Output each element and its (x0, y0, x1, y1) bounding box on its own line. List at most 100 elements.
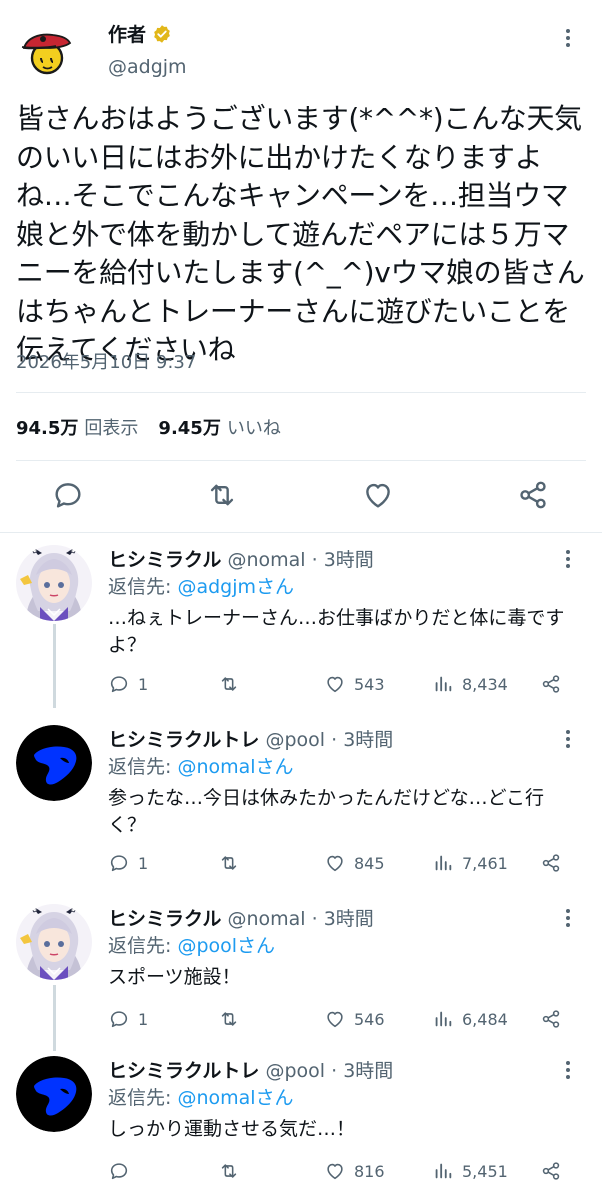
reply-author-handle[interactable]: @pool (265, 1060, 325, 1082)
reply-to-link[interactable]: @nomalさん (177, 756, 293, 778)
like-count: 845 (354, 853, 385, 873)
more-dots-icon[interactable] (556, 906, 580, 930)
share-button[interactable] (540, 1160, 562, 1182)
avatar[interactable] (16, 725, 92, 801)
reply-button[interactable]: 1 (108, 673, 148, 695)
reply-to-label: 返信先: (108, 756, 178, 778)
reply-author-handle[interactable]: @nomal (227, 549, 305, 571)
views-bar-icon (432, 1008, 454, 1030)
reply-count: 1 (138, 674, 149, 694)
more-dots-icon[interactable] (556, 1058, 580, 1082)
author-name-text: 作者 (108, 24, 147, 46)
reply-to-label: 返信先: (108, 1087, 178, 1109)
reply-bubble-icon (108, 852, 130, 874)
like-button[interactable]: 816 (324, 1160, 385, 1182)
like-count: 543 (354, 674, 385, 694)
retweet-icon (218, 852, 240, 874)
reply-action-bar: 816 5,451 (108, 1160, 578, 1186)
retweet-button[interactable] (218, 852, 240, 874)
reply-to-link[interactable]: @adgjmさん (177, 576, 294, 598)
author-name[interactable]: 作者 (108, 20, 172, 47)
like-button[interactable]: 543 (324, 673, 385, 695)
reply-tweet[interactable]: ヒシミラクルトレ @pool · 3時間 返信先: @nomalさん 参ったな…… (0, 725, 602, 890)
reply-button[interactable]: 1 (108, 1008, 148, 1030)
divider (0, 532, 602, 533)
reply-text: スポーツ施設！ (108, 966, 241, 988)
reply-bubble-icon (108, 673, 130, 695)
reply-tweet[interactable]: ヒシミラクル @nomal · 3時間 返信先: @adgjmさん …ねぇトレー… (0, 545, 602, 710)
heart-icon[interactable] (361, 478, 395, 512)
reply-to-link[interactable]: @poolさん (177, 935, 275, 957)
views-button[interactable]: 8,434 (432, 673, 508, 695)
share-button[interactable] (540, 852, 562, 874)
avatar[interactable] (16, 1056, 92, 1132)
reply-tweet[interactable]: ヒシミラクル @nomal · 3時間 返信先: @poolさん スポーツ施設！… (0, 904, 602, 1044)
views-bar-icon (432, 1160, 454, 1182)
divider (16, 392, 586, 393)
tweet-text: 皆さんおはようございます(*^^*)こんな天気のいい日にはお外に出かけたくなりま… (16, 102, 585, 366)
more-dots-icon[interactable] (556, 547, 580, 571)
tweet-stats: 94.5万 回表示 9.45万 いいね (16, 414, 295, 440)
more-dots-icon[interactable] (556, 727, 580, 751)
like-button[interactable]: 546 (324, 1008, 385, 1030)
reply-time: · 3時間 (311, 908, 374, 930)
avatar[interactable] (16, 904, 92, 980)
reply-author-name[interactable]: ヒシミラクルトレ (108, 1060, 259, 1082)
reply-button[interactable] (108, 1160, 138, 1182)
like-count: 546 (354, 1009, 385, 1029)
reply-text: しっかり運動させる気だ…！ (108, 1118, 356, 1140)
avatar[interactable] (16, 545, 92, 621)
main-tweet: 作者 @adgjm 皆さんおはようございます(*^^*)こんな天気のいい日にはお… (0, 0, 602, 530)
likes-count[interactable]: 9.45万 (158, 414, 220, 440)
reply-to-link[interactable]: @nomalさん (177, 1087, 293, 1109)
reply-author-name[interactable]: ヒシミラクルトレ (108, 729, 259, 751)
share-button[interactable] (540, 673, 562, 695)
likes-label[interactable]: いいね (227, 414, 281, 440)
reply-bubble-icon (108, 1008, 130, 1030)
retweet-button[interactable] (218, 1160, 240, 1182)
verified-badge-icon (154, 24, 170, 43)
views-bar-icon (432, 852, 454, 874)
views-button[interactable]: 7,461 (432, 852, 508, 874)
reply-author-name[interactable]: ヒシミラクル (108, 908, 221, 930)
main-action-bar (0, 478, 602, 518)
share-button[interactable] (540, 1008, 562, 1030)
reply-bubble-icon (108, 1160, 130, 1182)
views-button[interactable]: 6,484 (432, 1008, 508, 1030)
author-avatar[interactable] (16, 18, 78, 80)
reply-to-label: 返信先: (108, 576, 178, 598)
reply-time: · 3時間 (331, 1060, 394, 1082)
heart-icon (324, 673, 346, 695)
reply-author-name[interactable]: ヒシミラクル (108, 549, 221, 571)
view-count: 5,451 (462, 1161, 508, 1181)
share-icon (540, 1160, 562, 1182)
reply-action-bar: 1 546 6,484 (108, 1008, 578, 1034)
heart-icon (324, 1008, 346, 1030)
retweet-icon (218, 673, 240, 695)
view-count: 6,484 (462, 1009, 508, 1029)
reply-bubble-icon[interactable] (51, 478, 85, 512)
heart-icon (324, 1160, 346, 1182)
share-icon[interactable] (516, 478, 550, 512)
divider (16, 460, 586, 461)
reply-button[interactable]: 1 (108, 852, 148, 874)
like-count: 816 (354, 1161, 385, 1181)
views-bar-icon (432, 673, 454, 695)
retweet-icon (218, 1008, 240, 1030)
more-dots-icon[interactable] (556, 26, 580, 50)
reply-time: · 3時間 (311, 549, 374, 571)
views-label: 回表示 (84, 418, 139, 439)
like-button[interactable]: 845 (324, 852, 385, 874)
tweet-date[interactable]: 2026年5月10日 9:37 (16, 348, 196, 374)
views-button[interactable]: 5,451 (432, 1160, 508, 1182)
author-handle[interactable]: @adgjm (108, 56, 187, 78)
view-count: 7,461 (462, 853, 508, 873)
retweet-icon[interactable] (205, 478, 239, 512)
reply-author-handle[interactable]: @pool (265, 729, 325, 751)
view-count: 8,434 (462, 674, 508, 694)
reply-text: 参ったな…今日は休みたかったんだけどな…どこ行く？ (108, 787, 545, 836)
reply-tweet[interactable]: ヒシミラクルトレ @pool · 3時間 返信先: @nomalさん しっかり運… (0, 1056, 602, 1196)
reply-author-handle[interactable]: @nomal (227, 908, 305, 930)
retweet-button[interactable] (218, 1008, 240, 1030)
retweet-button[interactable] (218, 673, 240, 695)
